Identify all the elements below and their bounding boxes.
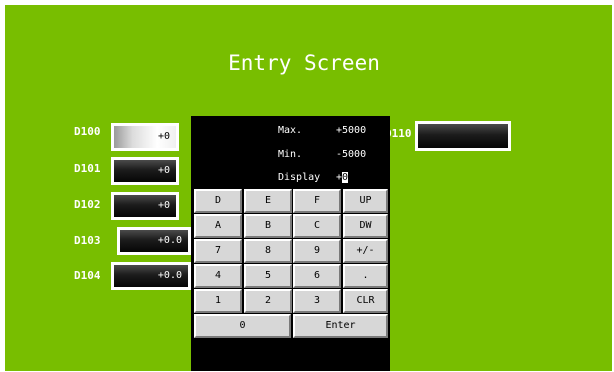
- field-d101-value: +0: [114, 160, 176, 182]
- field-label-d100: D100: [74, 125, 101, 138]
- key-b[interactable]: B: [244, 214, 292, 238]
- field-label-d104: D104: [74, 269, 101, 282]
- field-label-d101: D101: [74, 162, 101, 175]
- key-c[interactable]: C: [293, 214, 341, 238]
- hmi-screen: Entry Screen D100 +0 D101 +0 D102 +0 D10…: [5, 5, 612, 371]
- key-4[interactable]: 4: [194, 264, 242, 288]
- min-label: Min.: [278, 149, 303, 160]
- key-plus-minus[interactable]: +/-: [343, 239, 388, 263]
- key-a-label: A: [214, 220, 222, 231]
- key-enter[interactable]: Enter: [293, 314, 388, 338]
- field-d110[interactable]: [415, 121, 511, 151]
- key-e[interactable]: E: [244, 189, 292, 213]
- min-value: -5000: [336, 149, 367, 160]
- key-8[interactable]: 8: [244, 239, 292, 263]
- key-1-label: 1: [214, 295, 222, 306]
- key-0-label: 0: [239, 320, 246, 331]
- key-c-label: C: [313, 220, 321, 231]
- display-label: Display: [278, 172, 321, 183]
- key-b-label: B: [264, 220, 272, 231]
- key-enter-label: Enter: [325, 320, 356, 331]
- key-3-label: 3: [313, 295, 321, 306]
- key-decimal-label: .: [362, 270, 369, 281]
- field-d101[interactable]: +0: [111, 157, 179, 185]
- key-5-label: 5: [264, 270, 272, 281]
- key-down[interactable]: DW: [343, 214, 388, 238]
- field-d102-value: +0: [114, 195, 176, 217]
- key-decimal[interactable]: .: [343, 264, 388, 288]
- key-9-label: 9: [313, 245, 321, 256]
- field-label-d103: D103: [74, 234, 101, 247]
- display-cursor: 0: [342, 172, 349, 183]
- key-1[interactable]: 1: [194, 289, 242, 313]
- key-8-label: 8: [264, 245, 272, 256]
- key-6-label: 6: [313, 270, 321, 281]
- screen-title: Entry Screen: [228, 51, 380, 75]
- key-6[interactable]: 6: [293, 264, 341, 288]
- numeric-keypad: Max. +5000 Min. -5000 Display +0 D E F U…: [191, 116, 390, 371]
- field-d100[interactable]: +0: [111, 123, 179, 151]
- key-9[interactable]: 9: [293, 239, 341, 263]
- key-f[interactable]: F: [293, 189, 341, 213]
- key-0[interactable]: 0: [194, 314, 291, 338]
- field-d102[interactable]: +0: [111, 192, 179, 220]
- field-d104[interactable]: +0.0: [111, 262, 191, 290]
- key-clear-label: CLR: [356, 295, 375, 306]
- key-f-label: F: [313, 195, 321, 206]
- key-2-label: 2: [264, 295, 272, 306]
- max-value: +5000: [336, 125, 367, 136]
- key-e-label: E: [264, 195, 272, 206]
- key-5[interactable]: 5: [244, 264, 292, 288]
- key-7[interactable]: 7: [194, 239, 242, 263]
- key-7-label: 7: [214, 245, 222, 256]
- key-3[interactable]: 3: [293, 289, 341, 313]
- field-d100-value: +0: [114, 126, 176, 148]
- display-value: +0: [336, 172, 349, 183]
- key-down-label: DW: [359, 220, 372, 231]
- key-clear[interactable]: CLR: [343, 289, 388, 313]
- field-d103-value: +0.0: [120, 230, 188, 252]
- key-up-label: UP: [359, 195, 372, 206]
- key-plus-minus-label: +/-: [356, 245, 375, 256]
- key-4-label: 4: [214, 270, 222, 281]
- key-2[interactable]: 2: [244, 289, 292, 313]
- key-d[interactable]: D: [194, 189, 242, 213]
- field-d104-value: +0.0: [114, 265, 188, 287]
- field-label-d102: D102: [74, 198, 101, 211]
- field-d110-value: [418, 124, 508, 148]
- max-label: Max.: [278, 125, 303, 136]
- key-d-label: D: [214, 195, 222, 206]
- key-up[interactable]: UP: [343, 189, 388, 213]
- key-a[interactable]: A: [194, 214, 242, 238]
- field-d103[interactable]: +0.0: [117, 227, 191, 255]
